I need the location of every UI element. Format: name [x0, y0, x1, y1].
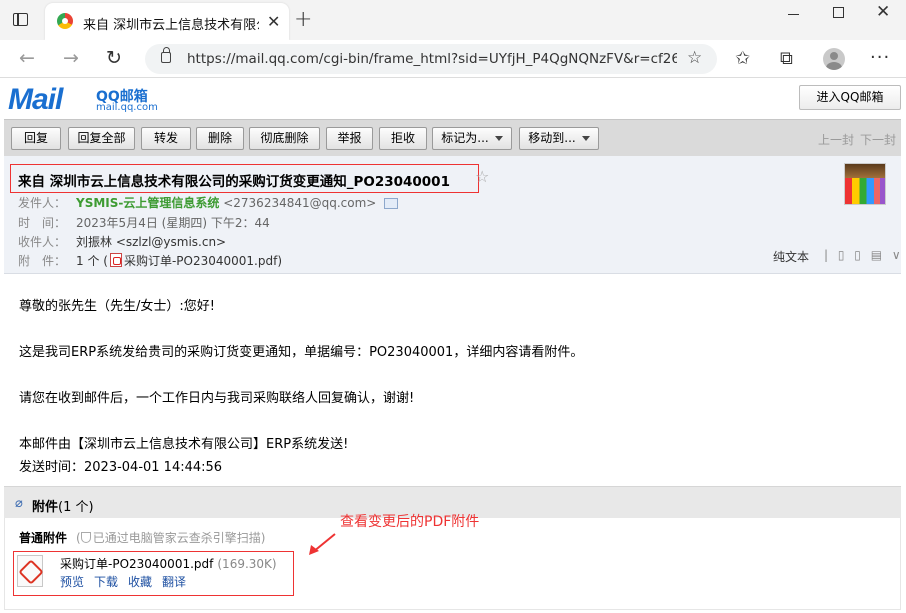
chevron-down-icon	[494, 136, 503, 141]
attachment-file[interactable]: 采购订单-PO23040001.pdf (169.30K)	[60, 555, 277, 572]
header-tools[interactable]: | ▯ ▯ ▤ ∨	[824, 248, 904, 262]
more-icon[interactable]: ···	[870, 47, 890, 68]
profile-avatar-icon[interactable]	[823, 48, 845, 70]
paperclip-icon: ⌀	[15, 496, 23, 511]
pdf-icon	[109, 253, 122, 267]
shield-icon	[80, 532, 91, 543]
attachment-close: )	[277, 254, 283, 268]
maximize-icon[interactable]	[833, 7, 844, 18]
attachment-row: 附 件： 1 个 ( 采购订单-PO23040001.pdf)	[18, 252, 282, 269]
attachment-type: 普通附件	[19, 531, 68, 545]
plain-text-link[interactable]: 纯文本	[773, 248, 809, 265]
report-button[interactable]: 举报	[326, 127, 373, 150]
url-text[interactable]: https://mail.qq.com/cgi-bin/frame_html?s…	[187, 51, 677, 67]
pdf-file-icon[interactable]	[17, 555, 43, 587]
browser-tab[interactable]: 来自 深圳市云上信息技术有限公 ✕	[45, 3, 289, 40]
from-row: 发件人： YSMIS-云上管理信息系统 <2736234841@qq.com>	[18, 194, 399, 211]
attachment-link[interactable]: 采购订单-PO23040001.pdf	[124, 254, 277, 268]
mail-header: 来自 深圳市云上信息技术有限公司的采购订货变更通知_PO23040001 ☆ 发…	[4, 156, 901, 274]
enter-mailbox-button[interactable]: 进入QQ邮箱	[799, 85, 901, 110]
scan-text: 已通过电脑管家云查杀引擎扫描)	[92, 531, 266, 545]
move-to-label: 移动到...	[528, 131, 576, 145]
attachment-file-size: (169.30K)	[217, 557, 277, 571]
body-line-2: 请您在收到邮件后，一个工作日内与我司采购联络人回复确认，谢谢!	[19, 391, 415, 406]
body-line-4: 发送时间：2023-04-01 14:44:56	[19, 460, 223, 475]
tab-favicon-icon	[57, 13, 73, 29]
mark-as-label: 标记为...	[441, 131, 489, 145]
tab-title: 来自 深圳市云上信息技术有限公	[83, 18, 259, 33]
move-to-dropdown[interactable]: 移动到...	[519, 127, 599, 150]
translate-link[interactable]: 翻译	[162, 575, 186, 589]
reply-all-button[interactable]: 回复全部	[68, 127, 135, 150]
annotation-label: 查看变更后的PDF附件	[340, 514, 480, 530]
attachment-actions: 预览 下载 收藏 翻译	[60, 573, 196, 590]
window-close-icon[interactable]: ✕	[876, 2, 890, 22]
forward-button[interactable]: 转发	[141, 127, 191, 150]
from-label: 发件人：	[18, 196, 67, 210]
attachment-count: 1 个 (	[76, 254, 108, 268]
mail-time: 2023年5月4日 (星期四) 下午2：44	[76, 216, 270, 230]
sender-address[interactable]: <2736234841@qq.com>	[223, 196, 376, 210]
attachments-area: 普通附件 ( 已通过电脑管家云查杀引擎扫描) 采购订单-PO23040001.pd…	[4, 518, 901, 610]
mark-as-dropdown[interactable]: 标记为...	[432, 127, 512, 150]
reply-button[interactable]: 回复	[11, 127, 61, 150]
annotation-arrow-icon	[309, 533, 336, 555]
forward-icon[interactable]: →	[63, 47, 79, 69]
to-row: 收件人： 刘振林 <szlzl@ysmis.cn>	[18, 233, 226, 250]
back-icon[interactable]: ←	[19, 47, 35, 69]
recipient[interactable]: 刘振林 <szlzl@ysmis.cn>	[76, 235, 226, 249]
to-label: 收件人：	[18, 235, 67, 249]
time-label: 时 间：	[18, 216, 67, 230]
mail-toolbar: 回复 回复全部 转发 删除 彻底删除 举报 拒收 标记为... 移动到... 上…	[4, 119, 901, 156]
minimize-icon[interactable]	[788, 14, 799, 15]
mail-subject: 来自 深圳市云上信息技术有限公司的采购订货变更通知_PO23040001	[18, 174, 450, 190]
reject-button[interactable]: 拒收	[379, 127, 427, 150]
attachment-file-name[interactable]: 采购订单-PO23040001.pdf	[60, 557, 213, 571]
download-link[interactable]: 下载	[94, 575, 118, 589]
attachment-label: 附 件：	[18, 254, 67, 268]
star-icon[interactable]: ☆	[475, 167, 489, 186]
browser-tabbar: 来自 深圳市云上信息技术有限公 ✕ + ✕	[0, 0, 906, 40]
attachments-title: 附件(1 个)	[32, 496, 94, 515]
save-link[interactable]: 收藏	[128, 575, 152, 589]
add-contact-icon[interactable]	[384, 198, 399, 209]
body-line-3: 本邮件由【深圳市云上信息技术有限公司】ERP系统发送!	[19, 437, 349, 452]
attachments-count: (1 个)	[58, 500, 94, 515]
sender-name[interactable]: YSMIS-云上管理信息系统	[76, 196, 219, 210]
refresh-icon[interactable]: ↻	[106, 47, 122, 69]
scan-note: ( 已通过电脑管家云查杀引擎扫描)	[76, 529, 265, 546]
chevron-down-icon	[581, 136, 590, 141]
lock-icon[interactable]	[161, 47, 171, 63]
collections-icon[interactable]: ⧉	[780, 48, 793, 69]
preview-link[interactable]: 预览	[60, 575, 84, 589]
body-greeting: 尊敬的张先生（先生/女士）:您好!	[19, 299, 215, 314]
favorites-icon[interactable]: ✩	[735, 48, 750, 69]
tab-close-icon[interactable]: ✕	[267, 12, 280, 31]
address-bar-row: ← → ↻ https://mail.qq.com/cgi-bin/frame_…	[0, 40, 906, 78]
body-line-1: 这是我司ERP系统发给贵司的采购订货变更通知，单据编号：PO23040001，详…	[19, 345, 584, 360]
url-input[interactable]: https://mail.qq.com/cgi-bin/frame_html?s…	[145, 44, 717, 74]
delete-permanent-button[interactable]: 彻底删除	[249, 127, 320, 150]
add-favorite-icon[interactable]: ☆	[687, 48, 702, 68]
sender-avatar	[844, 163, 886, 205]
new-tab-icon[interactable]: +	[294, 7, 312, 32]
delete-button[interactable]: 删除	[196, 127, 244, 150]
next-mail-link[interactable]: 下一封	[860, 133, 896, 147]
logo-domain: mail.qq.com	[96, 102, 158, 113]
time-row: 时 间： 2023年5月4日 (星期四) 下午2：44	[18, 214, 270, 231]
logo-text: Mail	[8, 83, 63, 116]
tab-actions-icon[interactable]	[10, 9, 32, 31]
attachments-title-label: 附件	[32, 500, 59, 515]
scan-open: (	[76, 531, 81, 545]
prev-mail-link[interactable]: 上一封	[818, 133, 854, 147]
prev-next-nav: 上一封 下一封	[818, 131, 902, 148]
